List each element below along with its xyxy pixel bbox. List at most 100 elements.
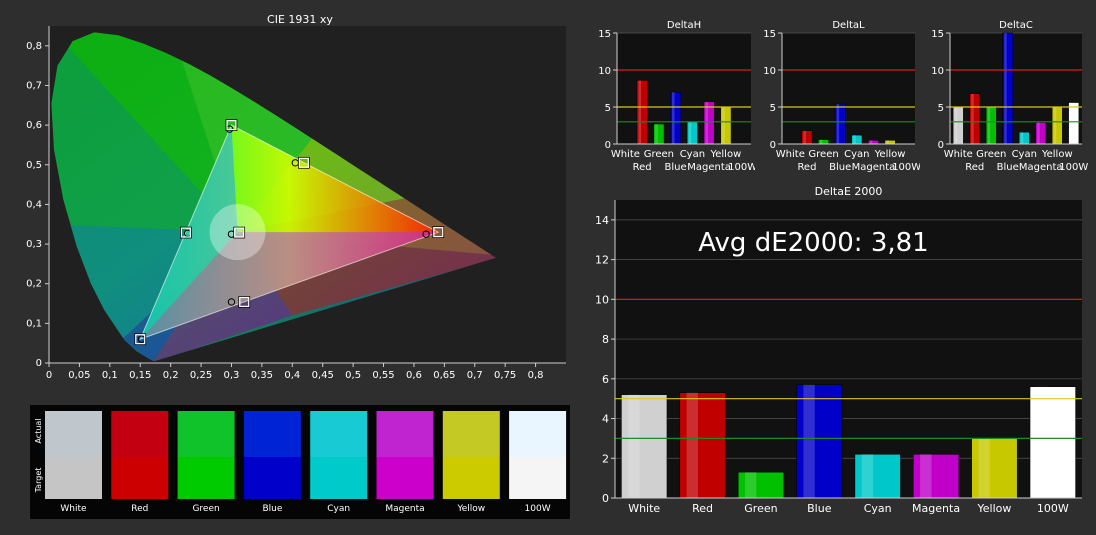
cie-y-tick-label: 0,3 [26, 239, 42, 250]
deltal-plot-area [782, 33, 915, 144]
deltac-bar-green [985, 106, 997, 145]
deltah-bar-highlight-yellow [722, 106, 725, 144]
deltal-bar-highlight-red [803, 130, 806, 144]
deltae-y-tick-label: 10 [595, 293, 609, 306]
deltal-bar-highlight-cyan [853, 135, 856, 144]
cie-x-tick-label: 0,65 [433, 370, 455, 381]
deltae-y-tick-label: 2 [602, 452, 609, 465]
deltae-y-tick-label: 14 [595, 214, 609, 227]
swatch-label-magenta: Magenta [385, 504, 424, 514]
deltah-bar-highlight-red [638, 80, 642, 144]
deltal-y-tick-label: 5 [770, 103, 776, 114]
deltae-bar-highlight-blue [803, 384, 815, 498]
swatch-target-magenta [376, 457, 434, 499]
swatch-actual-cyan [310, 411, 368, 457]
deltah-x-tick-label-yellow: Yellow [709, 149, 741, 160]
deltac-x-tick-label-magenta: Magenta [1019, 162, 1063, 173]
swatch-target-red [111, 457, 169, 499]
deltah-bar-highlight-magenta [705, 101, 709, 144]
color-swatches: Actual Target White Red Green Blue Cyan Magen… [30, 405, 570, 519]
deltah-x-tick-label-blue: Blue [665, 162, 687, 173]
deltae-y-tick-label: 0 [602, 492, 609, 505]
deltac-y-tick-label: 15 [931, 29, 944, 40]
swatch-target-white [45, 457, 102, 499]
deltah-x-tick-label-magenta: Magenta [687, 162, 731, 173]
deltae-bar-highlight-yellow [978, 438, 990, 498]
deltal-x-tick-label-yellow: Yellow [874, 149, 906, 160]
deltaE2000-chart: DeltaE 2000 0 2 4 6 8 10 12 14 White Red Green Blue C… [588, 185, 1096, 531]
deltac-bar-blue [1002, 32, 1014, 145]
deltae-bar-highlight-cyan [861, 454, 874, 498]
deltac-bar-red [969, 93, 981, 145]
deltah-bar-cyan [686, 121, 698, 145]
deltah-x-tick-label-red: Red [633, 162, 652, 173]
cie-chart-svg: CIE 1931 xy 0 0,05 0,1 0,15 0,2 0,25 0,3 0,35 0,… [26, 13, 566, 381]
deltal-x-tick-label-red: Red [797, 162, 816, 173]
deltae-bar-highlight-red [686, 392, 699, 498]
swatch-actual-blue [243, 411, 301, 457]
deltac-bar-highlight-cyan [1020, 132, 1024, 144]
swatch-target-yellow [442, 457, 500, 499]
cie-x-tick-label: 0,35 [251, 370, 273, 381]
deltac-bar-highlight-yellow [1053, 107, 1057, 144]
deltaC-chart-svg: DeltaC051015WhiteRedGreenBlueCyanMagenta… [931, 20, 1088, 173]
swatch-target-blue [243, 457, 301, 499]
deltac-bar-cyan [1018, 131, 1030, 145]
swatches-svg: Actual Target White Red Green Blue Cyan Magen… [34, 411, 567, 514]
deltaL-chart-svg: DeltaL051015WhiteRedGreenBlueCyanMagenta… [763, 20, 921, 173]
cie-x-tick-label: 0,6 [406, 370, 422, 381]
swatch-actual-100w [509, 411, 567, 457]
swatch-label-blue: Blue [262, 504, 282, 514]
deltah-bar-red [636, 80, 648, 145]
deltal-y-tick-label: 10 [763, 66, 776, 77]
deltal-x-tick-label-cyan: Cyan [844, 149, 869, 160]
swatch-target-cyan [310, 457, 368, 499]
deltac-x-tick-label-yellow: Yellow [1041, 149, 1073, 160]
deltah-bar-highlight-blue [671, 92, 675, 144]
cie-x-tick-label: 0,15 [129, 370, 151, 381]
cie-x-tick-label: 0 [46, 370, 52, 381]
deltah-bar-highlight-cyan [688, 121, 692, 144]
deltac-bar-highlight-100w [1070, 102, 1073, 144]
deltae-y-tick-label: 4 [602, 413, 609, 426]
deltae-x-tick-label-yellow: Yellow [977, 502, 1012, 515]
deltah-x-tick-label-green: Green [644, 149, 674, 160]
deltah-x-tick-label-cyan: Cyan [680, 149, 705, 160]
swatch-actual-yellow [442, 411, 500, 457]
deltaL-chart: DeltaL 0 5 10 15 White Red Green Blue Cyan Magenta… [755, 15, 921, 180]
cie-x-tick-label: 0,1 [102, 370, 118, 381]
deltae-x-tick-label-cyan: Cyan [864, 502, 892, 515]
deltah-bar-blue [670, 91, 682, 145]
deltaC-chart: DeltaC 0 5 10 15 White Red Green Blue Cyan Magenta… [920, 15, 1096, 180]
deltac-x-tick-label-green: Green [976, 149, 1006, 160]
deltal-y-tick-label: 15 [763, 29, 776, 40]
deltal-title: DeltaL [832, 20, 865, 31]
deltal-bar-highlight-magenta [869, 140, 873, 144]
deltac-bar-highlight-green [987, 107, 991, 144]
deltah-bar-magenta [703, 101, 715, 145]
cie-y-tick-label: 0,1 [26, 318, 42, 329]
deltae-y-tick-label: 8 [602, 333, 609, 346]
deltah-y-tick-label: 5 [605, 103, 611, 114]
deltal-x-tick-label-white: White [776, 149, 805, 160]
deltae-title: DeltaE 2000 [815, 185, 883, 198]
swatch-label-yellow: Yellow [456, 504, 485, 514]
cie-white-glow [209, 204, 266, 261]
deltal-x-tick-label-blue: Blue [829, 162, 851, 173]
deltal-x-tick-label-100w: 100W [892, 162, 920, 173]
deltae-bar-100w [1029, 386, 1076, 499]
deltaE2000-chart-svg: DeltaE 2000 0 2 4 6 8 10 12 14 White Red Green Blue C… [595, 185, 1082, 515]
swatch-target-100w [509, 457, 567, 499]
cie-x-tick-label: 0,25 [190, 370, 212, 381]
deltae-x-tick-label-100w: 100W [1037, 502, 1069, 515]
deltal-bar-highlight-green [819, 139, 823, 144]
deltae-y-tick-label: 12 [595, 254, 609, 267]
swatch-items: White Red Green Blue Cyan Magenta Yellow 100W [45, 411, 567, 514]
deltac-y-tick-label: 10 [931, 66, 944, 77]
deltal-bar-highlight-blue [836, 104, 840, 144]
cie-y-tick-label: 0,4 [26, 199, 42, 210]
cie-x-tick-label: 0,55 [372, 370, 394, 381]
swatch-label-white: White [60, 504, 87, 514]
deltal-x-tick-label-green: Green [808, 149, 838, 160]
deltac-bar-white [952, 106, 964, 145]
